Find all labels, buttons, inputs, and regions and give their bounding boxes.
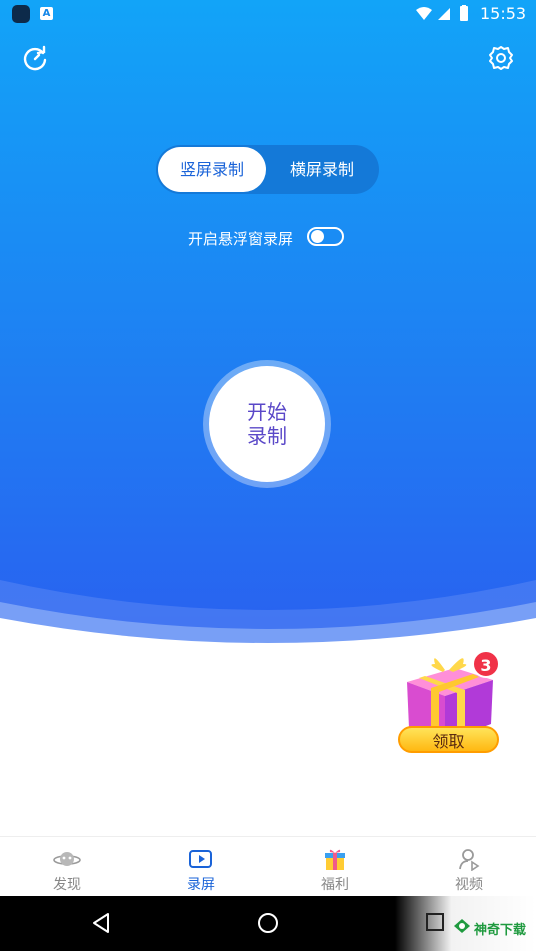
nav-item-welfare[interactable]: 福利 (268, 837, 402, 897)
gear-icon[interactable] (487, 44, 515, 72)
portrait-mode-tab[interactable]: 竖屏录制 (158, 147, 266, 192)
landscape-mode-tab[interactable]: 横屏录制 (268, 145, 376, 194)
bottom-nav: 发现 录屏 福利 视频 (0, 836, 536, 897)
nav-item-discover[interactable]: 发现 (0, 837, 134, 897)
claim-button[interactable]: 领取 (398, 726, 499, 753)
cell-signal-icon (438, 8, 450, 20)
back-icon[interactable] (90, 912, 112, 934)
nav-item-video[interactable]: 视频 (402, 837, 536, 897)
video-icon (189, 850, 212, 868)
watermark-text: 神奇下载 (474, 923, 527, 938)
planet-icon (53, 852, 81, 866)
home-icon[interactable] (257, 912, 279, 934)
watermark-logo-icon (454, 919, 470, 933)
recording-mode-switch: 竖屏录制 横屏录制 (156, 145, 379, 194)
nav-label-video: 视频 (455, 877, 483, 893)
gift-icon (325, 849, 345, 870)
floating-window-toggle[interactable] (307, 227, 344, 246)
wifi-icon (416, 7, 432, 20)
battery-icon (460, 6, 468, 21)
recents-icon[interactable] (425, 912, 445, 932)
app-notification-icon (12, 5, 30, 23)
signal-icons (416, 5, 468, 21)
floating-window-label: 开启悬浮窗录屏 (188, 230, 294, 248)
refresh-icon[interactable] (21, 44, 49, 72)
screen: A 15:53 竖屏录制 横屏录制 开启悬浮窗录屏 开始 录制 3 领取 发现 … (0, 0, 536, 951)
gift-badge: 3 (472, 650, 500, 678)
nav-label-record: 录屏 (187, 877, 215, 893)
status-bar: A 15:53 (0, 0, 536, 28)
a-notification-icon: A (40, 7, 53, 20)
start-recording-button[interactable]: 开始 录制 (209, 366, 325, 482)
nav-label-welfare: 福利 (321, 877, 349, 893)
toggle-knob (311, 230, 324, 243)
nav-label-discover: 发现 (53, 877, 81, 893)
start-button-line1: 开始 (247, 400, 287, 424)
play-user-icon (459, 849, 480, 871)
start-button-line2: 录制 (247, 424, 287, 448)
status-time: 15:53 (480, 4, 527, 23)
nav-item-record[interactable]: 录屏 (134, 837, 268, 897)
